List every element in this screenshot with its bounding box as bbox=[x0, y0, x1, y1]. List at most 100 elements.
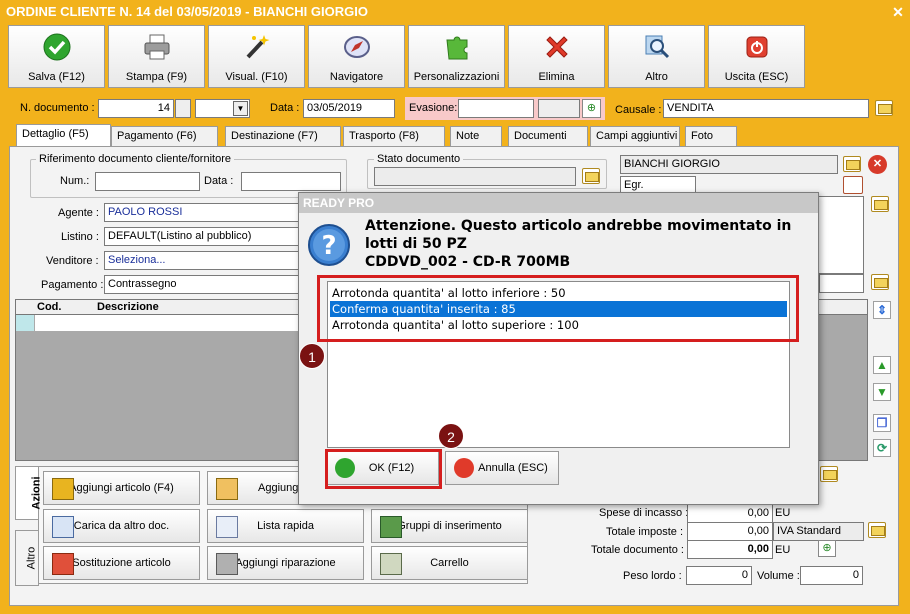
customizations-button[interactable]: Personalizzazioni bbox=[408, 25, 505, 88]
load-other-doc-button[interactable]: Carica da altro doc. bbox=[43, 509, 200, 543]
add-grid-icon bbox=[216, 478, 238, 500]
map-icon[interactable] bbox=[843, 176, 863, 194]
volume-label: Volume : bbox=[757, 570, 800, 582]
totdoc-zoom-icon[interactable]: ⊕ bbox=[818, 540, 836, 557]
insert-groups-button[interactable]: Gruppi di inserimento bbox=[371, 509, 528, 543]
tab-trasporto[interactable]: Trasporto (F8) bbox=[343, 126, 445, 147]
add-repair-label: Aggiungi riparazione bbox=[235, 557, 336, 569]
navigator-button[interactable]: Navigatore bbox=[308, 25, 405, 88]
refresh-icon[interactable]: ⟳ bbox=[873, 439, 891, 457]
ndoc-label: N. documento : bbox=[20, 102, 95, 114]
folder-icon[interactable] bbox=[875, 100, 893, 116]
tab-foto[interactable]: Foto bbox=[685, 126, 737, 147]
ok-highlight bbox=[325, 449, 442, 489]
remove-icon[interactable]: ✕ bbox=[868, 155, 887, 174]
copy-icon[interactable]: ❐ bbox=[873, 414, 891, 432]
listino-input[interactable]: DEFAULT(Listino al pubblico) bbox=[104, 227, 300, 246]
more-button[interactable]: Altro bbox=[608, 25, 705, 88]
check-icon bbox=[43, 33, 70, 61]
chevron-down-icon[interactable]: ▼ bbox=[233, 101, 248, 116]
print-button[interactable]: Stampa (F9) bbox=[108, 25, 205, 88]
col-desc: Descrizione bbox=[97, 301, 159, 313]
spese-currency: EU bbox=[775, 507, 791, 519]
zoom-icon[interactable]: ⊕ bbox=[582, 99, 601, 118]
add-button[interactable]: Aggiungi bbox=[207, 471, 302, 505]
cancel-label: Annulla (ESC) bbox=[478, 462, 548, 474]
stato-label: Stato documento bbox=[374, 153, 464, 165]
totals-folder-icon[interactable] bbox=[820, 466, 838, 482]
causale-input[interactable]: VENDITA bbox=[663, 99, 869, 118]
num-input[interactable] bbox=[95, 172, 200, 191]
rif-date-input[interactable] bbox=[241, 172, 341, 191]
spese-label: Spese di incasso : bbox=[599, 507, 689, 519]
dialog-title: READY PRO bbox=[299, 193, 818, 213]
delete-x-icon bbox=[545, 36, 568, 58]
peso-label: Peso lordo : bbox=[623, 570, 682, 582]
volume-input[interactable]: 0 bbox=[800, 566, 863, 585]
add-repair-button[interactable]: Aggiungi riparazione bbox=[207, 546, 364, 580]
tab-trasporto-label: Trasporto (F8) bbox=[349, 130, 419, 142]
lot-warning-dialog: READY PRO ? Attenzione. Questo articolo … bbox=[298, 192, 819, 505]
magnifier-icon bbox=[645, 35, 669, 59]
tab-documenti-label: Documenti bbox=[514, 130, 567, 142]
replace-article-button[interactable]: Sostituzione articolo bbox=[43, 546, 200, 580]
tab-documenti[interactable]: Documenti bbox=[508, 126, 588, 147]
vtab-altro[interactable]: Altro bbox=[15, 530, 39, 586]
move-up-icon[interactable]: ▲ bbox=[873, 356, 891, 374]
cart-button[interactable]: Carrello bbox=[371, 546, 528, 580]
question-icon: ? bbox=[308, 224, 350, 266]
add-article-button[interactable]: Aggiungi articolo (F4) bbox=[43, 471, 200, 505]
preview-label: Visual. (F10) bbox=[225, 71, 288, 83]
groups-icon bbox=[380, 516, 402, 538]
dialog-message: Attenzione. Questo articolo andrebbe mov… bbox=[365, 217, 805, 271]
tab-dettaglio[interactable]: Dettaglio (F5) bbox=[16, 124, 111, 147]
save-button[interactable]: Salva (F12) bbox=[8, 25, 105, 88]
imposte-folder-icon[interactable] bbox=[868, 522, 886, 538]
peso-input[interactable]: 0 bbox=[686, 566, 752, 585]
listino-label: Listino : bbox=[61, 231, 99, 243]
tab-pagamento-label: Pagamento (F6) bbox=[117, 130, 197, 142]
agente-input[interactable]: PAOLO ROSSI bbox=[104, 203, 300, 222]
cart-icon bbox=[380, 553, 402, 575]
tab-note[interactable]: Note bbox=[450, 126, 502, 147]
stato-folder-icon[interactable] bbox=[582, 168, 600, 184]
evasione-input[interactable] bbox=[458, 99, 534, 118]
window-close-icon[interactable]: ✕ bbox=[890, 4, 906, 20]
vtab-azioni[interactable]: Azioni bbox=[15, 466, 43, 520]
options-highlight bbox=[317, 275, 799, 342]
checklist-icon bbox=[52, 516, 74, 538]
replace-article-label: Sostituzione articolo bbox=[72, 557, 171, 569]
preview-button[interactable]: Visual. (F10) bbox=[208, 25, 305, 88]
swap-icon bbox=[52, 553, 74, 575]
venditore-input[interactable]: Seleziona... bbox=[104, 251, 300, 270]
ndoc-input[interactable]: 14 bbox=[98, 99, 174, 118]
navigator-label: Navigatore bbox=[329, 71, 384, 83]
quick-list-button[interactable]: Lista rapida bbox=[207, 509, 364, 543]
pagamento-folder-icon[interactable] bbox=[871, 274, 889, 290]
imposte-desc: IVA Standard bbox=[773, 522, 864, 541]
pagamento-input[interactable]: Contrassegno bbox=[104, 275, 300, 294]
cliente-folder-icon[interactable] bbox=[843, 156, 861, 172]
tab-pagamento[interactable]: Pagamento (F6) bbox=[111, 126, 218, 147]
evasione-label: Evasione: bbox=[409, 102, 458, 114]
date-input[interactable]: 03/05/2019 bbox=[303, 99, 395, 118]
move-both-icon[interactable]: ⇕ bbox=[873, 301, 891, 319]
tab-destinazione-label: Destinazione (F7) bbox=[231, 130, 318, 142]
totdoc-input: 0,00 bbox=[687, 540, 773, 559]
spese-input[interactable]: 0,00 bbox=[687, 504, 773, 523]
ndoc-spin[interactable] bbox=[175, 99, 191, 118]
address-folder-icon[interactable] bbox=[871, 196, 889, 212]
extra-input[interactable] bbox=[819, 274, 864, 293]
table-row[interactable] bbox=[34, 315, 300, 331]
load-other-doc-label: Carica da altro doc. bbox=[73, 520, 170, 532]
cancel-button[interactable]: Annulla (ESC) bbox=[445, 451, 559, 485]
message-line-2: lotti di 50 PZ bbox=[365, 236, 467, 252]
step-badge-2: 2 bbox=[438, 423, 464, 449]
rif-date-label: Data : bbox=[204, 175, 234, 187]
tab-campi-aggiuntivi[interactable]: Campi aggiuntivi bbox=[590, 126, 680, 147]
delete-button[interactable]: Elimina bbox=[508, 25, 605, 88]
tab-destinazione[interactable]: Destinazione (F7) bbox=[225, 126, 341, 147]
exit-button[interactable]: Uscita (ESC) bbox=[708, 25, 805, 88]
move-down-icon[interactable]: ▼ bbox=[873, 383, 891, 401]
message-line-3: CDDVD_002 - CD-R 700MB bbox=[365, 254, 571, 270]
